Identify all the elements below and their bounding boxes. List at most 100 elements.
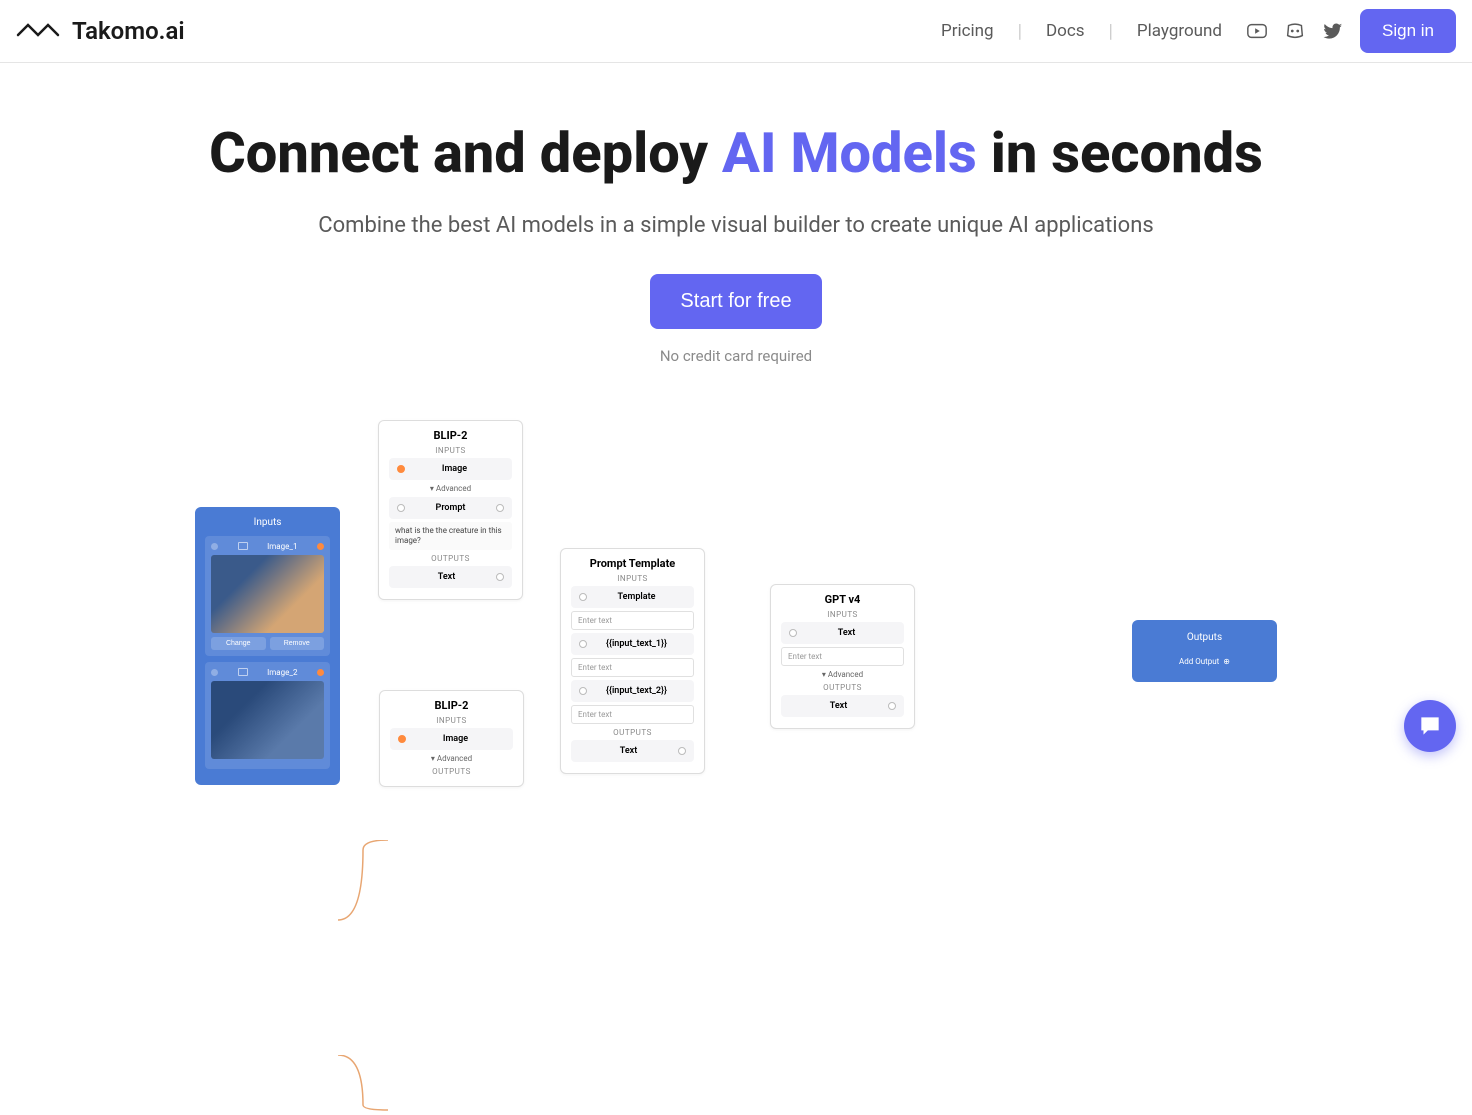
port-dot-in[interactable]: [789, 629, 797, 637]
builder-canvas: Inputs Image_1 Change Remove Image_2: [0, 395, 1472, 815]
nav-playground[interactable]: Playground: [1129, 21, 1230, 41]
chat-widget-button[interactable]: [1404, 700, 1456, 752]
node-blip2-2[interactable]: BLIP-2 INPUTS Image ▾ Advanced OUTPUTS: [379, 690, 524, 787]
node-title: BLIP-2: [389, 429, 512, 442]
start-free-button[interactable]: Start for free: [650, 274, 821, 329]
prompt-textarea[interactable]: what is the the creature in this image?: [389, 522, 512, 551]
node-title: GPT v4: [781, 593, 904, 606]
twitter-icon[interactable]: [1322, 20, 1344, 42]
node-prompt-template[interactable]: Prompt Template INPUTS Template Enter te…: [560, 548, 705, 774]
hero-title: Connect and deploy AI Models in seconds: [0, 123, 1472, 185]
hero-title-accent: AI Models: [722, 120, 977, 186]
youtube-icon[interactable]: [1246, 20, 1268, 42]
port-dot: [211, 543, 218, 550]
port-dot-in[interactable]: [398, 735, 406, 743]
node-blip2-1[interactable]: BLIP-2 INPUTS Image ▾ Advanced Prompt wh…: [378, 420, 523, 601]
section-label: INPUTS: [781, 610, 904, 619]
port-dot-out[interactable]: [317, 543, 324, 550]
image-icon: [238, 668, 248, 676]
text-input[interactable]: Enter text: [571, 705, 694, 724]
header: Takomo.ai Pricing | Docs | Playground Si…: [0, 0, 1472, 63]
info-icon[interactable]: [496, 504, 504, 512]
field-label: Text: [797, 628, 896, 638]
plus-icon: ⊕: [1223, 657, 1230, 666]
field-prompt[interactable]: Prompt: [389, 497, 512, 519]
port-dot-in[interactable]: [579, 593, 587, 601]
field-label: {{input_text_1}}: [587, 639, 686, 649]
hero-subtitle: Combine the best AI models in a simple v…: [0, 213, 1472, 238]
section-label: INPUTS: [571, 574, 694, 583]
hero-title-pre: Connect and deploy: [209, 120, 722, 186]
image-thumbnail[interactable]: [211, 681, 324, 759]
cta-note: No credit card required: [0, 347, 1472, 365]
image-thumbnail[interactable]: [211, 555, 324, 633]
hero-section: Connect and deploy AI Models in seconds …: [0, 63, 1472, 365]
input-item[interactable]: Image_2: [205, 662, 330, 769]
text-input[interactable]: Enter text: [571, 611, 694, 630]
port-dot-out[interactable]: [317, 669, 324, 676]
text-input[interactable]: Enter text: [571, 658, 694, 677]
port-dot-in[interactable]: [397, 465, 405, 473]
field-text-out[interactable]: Text: [781, 695, 904, 717]
field-input-text-2[interactable]: {{input_text_2}}: [571, 680, 694, 702]
text-input[interactable]: Enter text: [781, 647, 904, 666]
brand-name: Takomo.ai: [72, 17, 185, 45]
field-label: Image: [406, 734, 505, 744]
nav-docs[interactable]: Docs: [1038, 21, 1093, 41]
field-text-in[interactable]: Text: [781, 622, 904, 644]
nav-separator: |: [1109, 21, 1113, 42]
section-label: INPUTS: [390, 716, 513, 725]
port-dot-in[interactable]: [579, 640, 587, 648]
section-label: OUTPUTS: [389, 554, 512, 563]
section-label: OUTPUTS: [781, 683, 904, 692]
chat-icon: [1417, 713, 1443, 739]
port-dot-in[interactable]: [397, 504, 405, 512]
input-item-name: Image_1: [267, 542, 297, 551]
port-dot: [211, 669, 218, 676]
port-dot-in[interactable]: [579, 687, 587, 695]
field-label: Prompt: [405, 503, 496, 513]
field-input-text-1[interactable]: {{input_text_1}}: [571, 633, 694, 655]
field-label: {{input_text_2}}: [587, 686, 686, 696]
advanced-toggle[interactable]: ▾ Advanced: [781, 670, 904, 679]
signin-button[interactable]: Sign in: [1360, 9, 1456, 53]
field-label: Text: [397, 572, 496, 582]
advanced-toggle[interactable]: ▾ Advanced: [390, 754, 513, 763]
section-label: INPUTS: [389, 446, 512, 455]
hero-title-post: in seconds: [977, 120, 1263, 186]
logo-mark: [16, 21, 64, 41]
change-button[interactable]: Change: [211, 637, 266, 650]
input-item-name: Image_2: [267, 668, 297, 677]
field-label: Image: [405, 464, 504, 474]
brand-logo[interactable]: Takomo.ai: [16, 17, 185, 45]
field-label: Text: [579, 746, 678, 756]
field-label: Template: [587, 592, 686, 602]
inputs-panel[interactable]: Inputs Image_1 Change Remove Image_2: [195, 507, 340, 785]
add-output-label: Add Output: [1179, 657, 1219, 666]
nav-separator: |: [1018, 21, 1022, 42]
main-nav: Pricing | Docs | Playground Sign in: [933, 9, 1456, 53]
port-dot-out[interactable]: [496, 573, 504, 581]
nav-pricing[interactable]: Pricing: [933, 21, 1002, 41]
field-text-out[interactable]: Text: [571, 740, 694, 762]
node-title: Prompt Template: [571, 557, 694, 570]
inputs-panel-title: Inputs: [205, 517, 330, 528]
remove-button[interactable]: Remove: [270, 637, 325, 650]
field-text-out[interactable]: Text: [389, 566, 512, 588]
discord-icon[interactable]: [1284, 20, 1306, 42]
port-dot-out[interactable]: [888, 702, 896, 710]
node-gpt-v4[interactable]: GPT v4 INPUTS Text Enter text ▾ Advanced…: [770, 584, 915, 729]
node-title: BLIP-2: [390, 699, 513, 712]
input-item[interactable]: Image_1 Change Remove: [205, 536, 330, 656]
port-dot-out[interactable]: [678, 747, 686, 755]
field-image[interactable]: Image: [389, 458, 512, 480]
add-output-button[interactable]: Add Output ⊕: [1142, 657, 1267, 666]
section-label: OUTPUTS: [571, 728, 694, 737]
field-template[interactable]: Template: [571, 586, 694, 608]
image-icon: [238, 542, 248, 550]
field-image[interactable]: Image: [390, 728, 513, 750]
advanced-toggle[interactable]: ▾ Advanced: [389, 484, 512, 493]
outputs-panel[interactable]: Outputs Add Output ⊕: [1132, 620, 1277, 682]
outputs-panel-title: Outputs: [1142, 632, 1267, 643]
field-label: Text: [789, 701, 888, 711]
